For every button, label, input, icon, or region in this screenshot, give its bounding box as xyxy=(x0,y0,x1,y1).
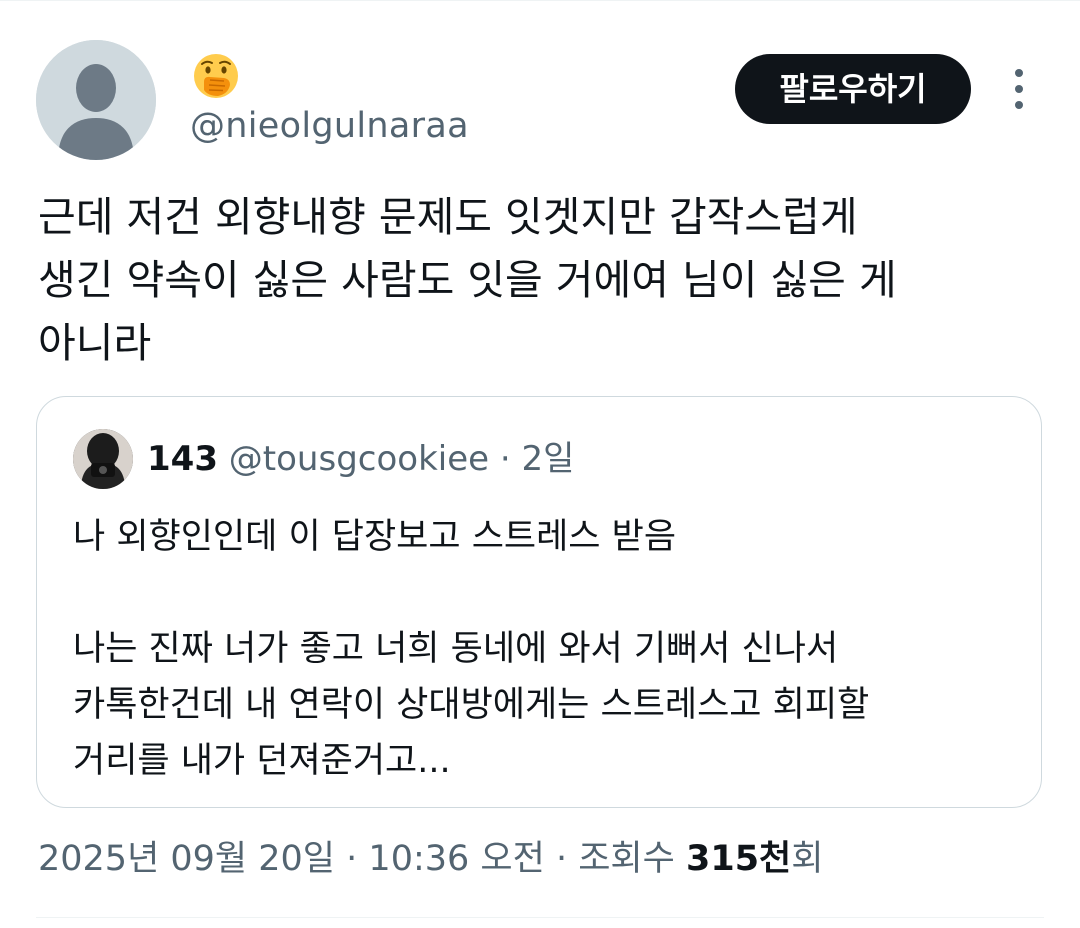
default-profile-icon xyxy=(36,40,156,160)
tweet-metadata: 2025년 09월 20일 · 10:36 오전 · 조회수 315천회 xyxy=(38,834,823,884)
quoted-tweet-card[interactable]: 143 @tousgcookiee · 2일 나 외향인인데 이 답장보고 스트… xyxy=(36,396,1042,808)
more-options-icon[interactable] xyxy=(1004,64,1034,114)
header-separator: · xyxy=(499,439,511,479)
views-label: 조회수 xyxy=(578,839,675,879)
views-count: 315천 xyxy=(685,839,792,879)
quoted-avatar-photo-icon xyxy=(73,429,133,489)
tweet-date[interactable]: 2025년 09월 20일 xyxy=(38,839,335,879)
user-handle[interactable]: @nieolgulnaraa xyxy=(190,104,469,148)
avatar[interactable] xyxy=(36,40,156,160)
top-divider xyxy=(0,0,1080,1)
quoted-tweet-time[interactable]: 2일 xyxy=(521,439,574,479)
tweet-text: 근데 저건 외향내향 문제도 잇겟지만 갑작스럽게 생긴 약속이 싫은 사람도 … xyxy=(38,193,897,367)
quoted-tweet-header: 143 @tousgcookiee · 2일 xyxy=(147,435,574,483)
quoted-tweet-text: 나 외향인인데 이 답장보고 스트레스 받음 나는 진짜 너가 좋고 너희 동네… xyxy=(73,517,870,781)
quoted-user-name[interactable]: 143 xyxy=(147,439,218,479)
meta-separator: · xyxy=(346,839,358,879)
meta-separator: · xyxy=(555,839,568,879)
quoted-user-handle[interactable]: @tousgcookiee xyxy=(229,439,489,479)
bottom-divider xyxy=(36,917,1044,918)
views-suffix: 회 xyxy=(791,839,824,879)
follow-button[interactable]: 팔로우하기 xyxy=(735,54,971,124)
tweet-time[interactable]: 10:36 오전 xyxy=(368,839,544,879)
display-name-emoji-icon[interactable] xyxy=(190,50,242,102)
quoted-user-avatar[interactable] xyxy=(73,429,133,489)
